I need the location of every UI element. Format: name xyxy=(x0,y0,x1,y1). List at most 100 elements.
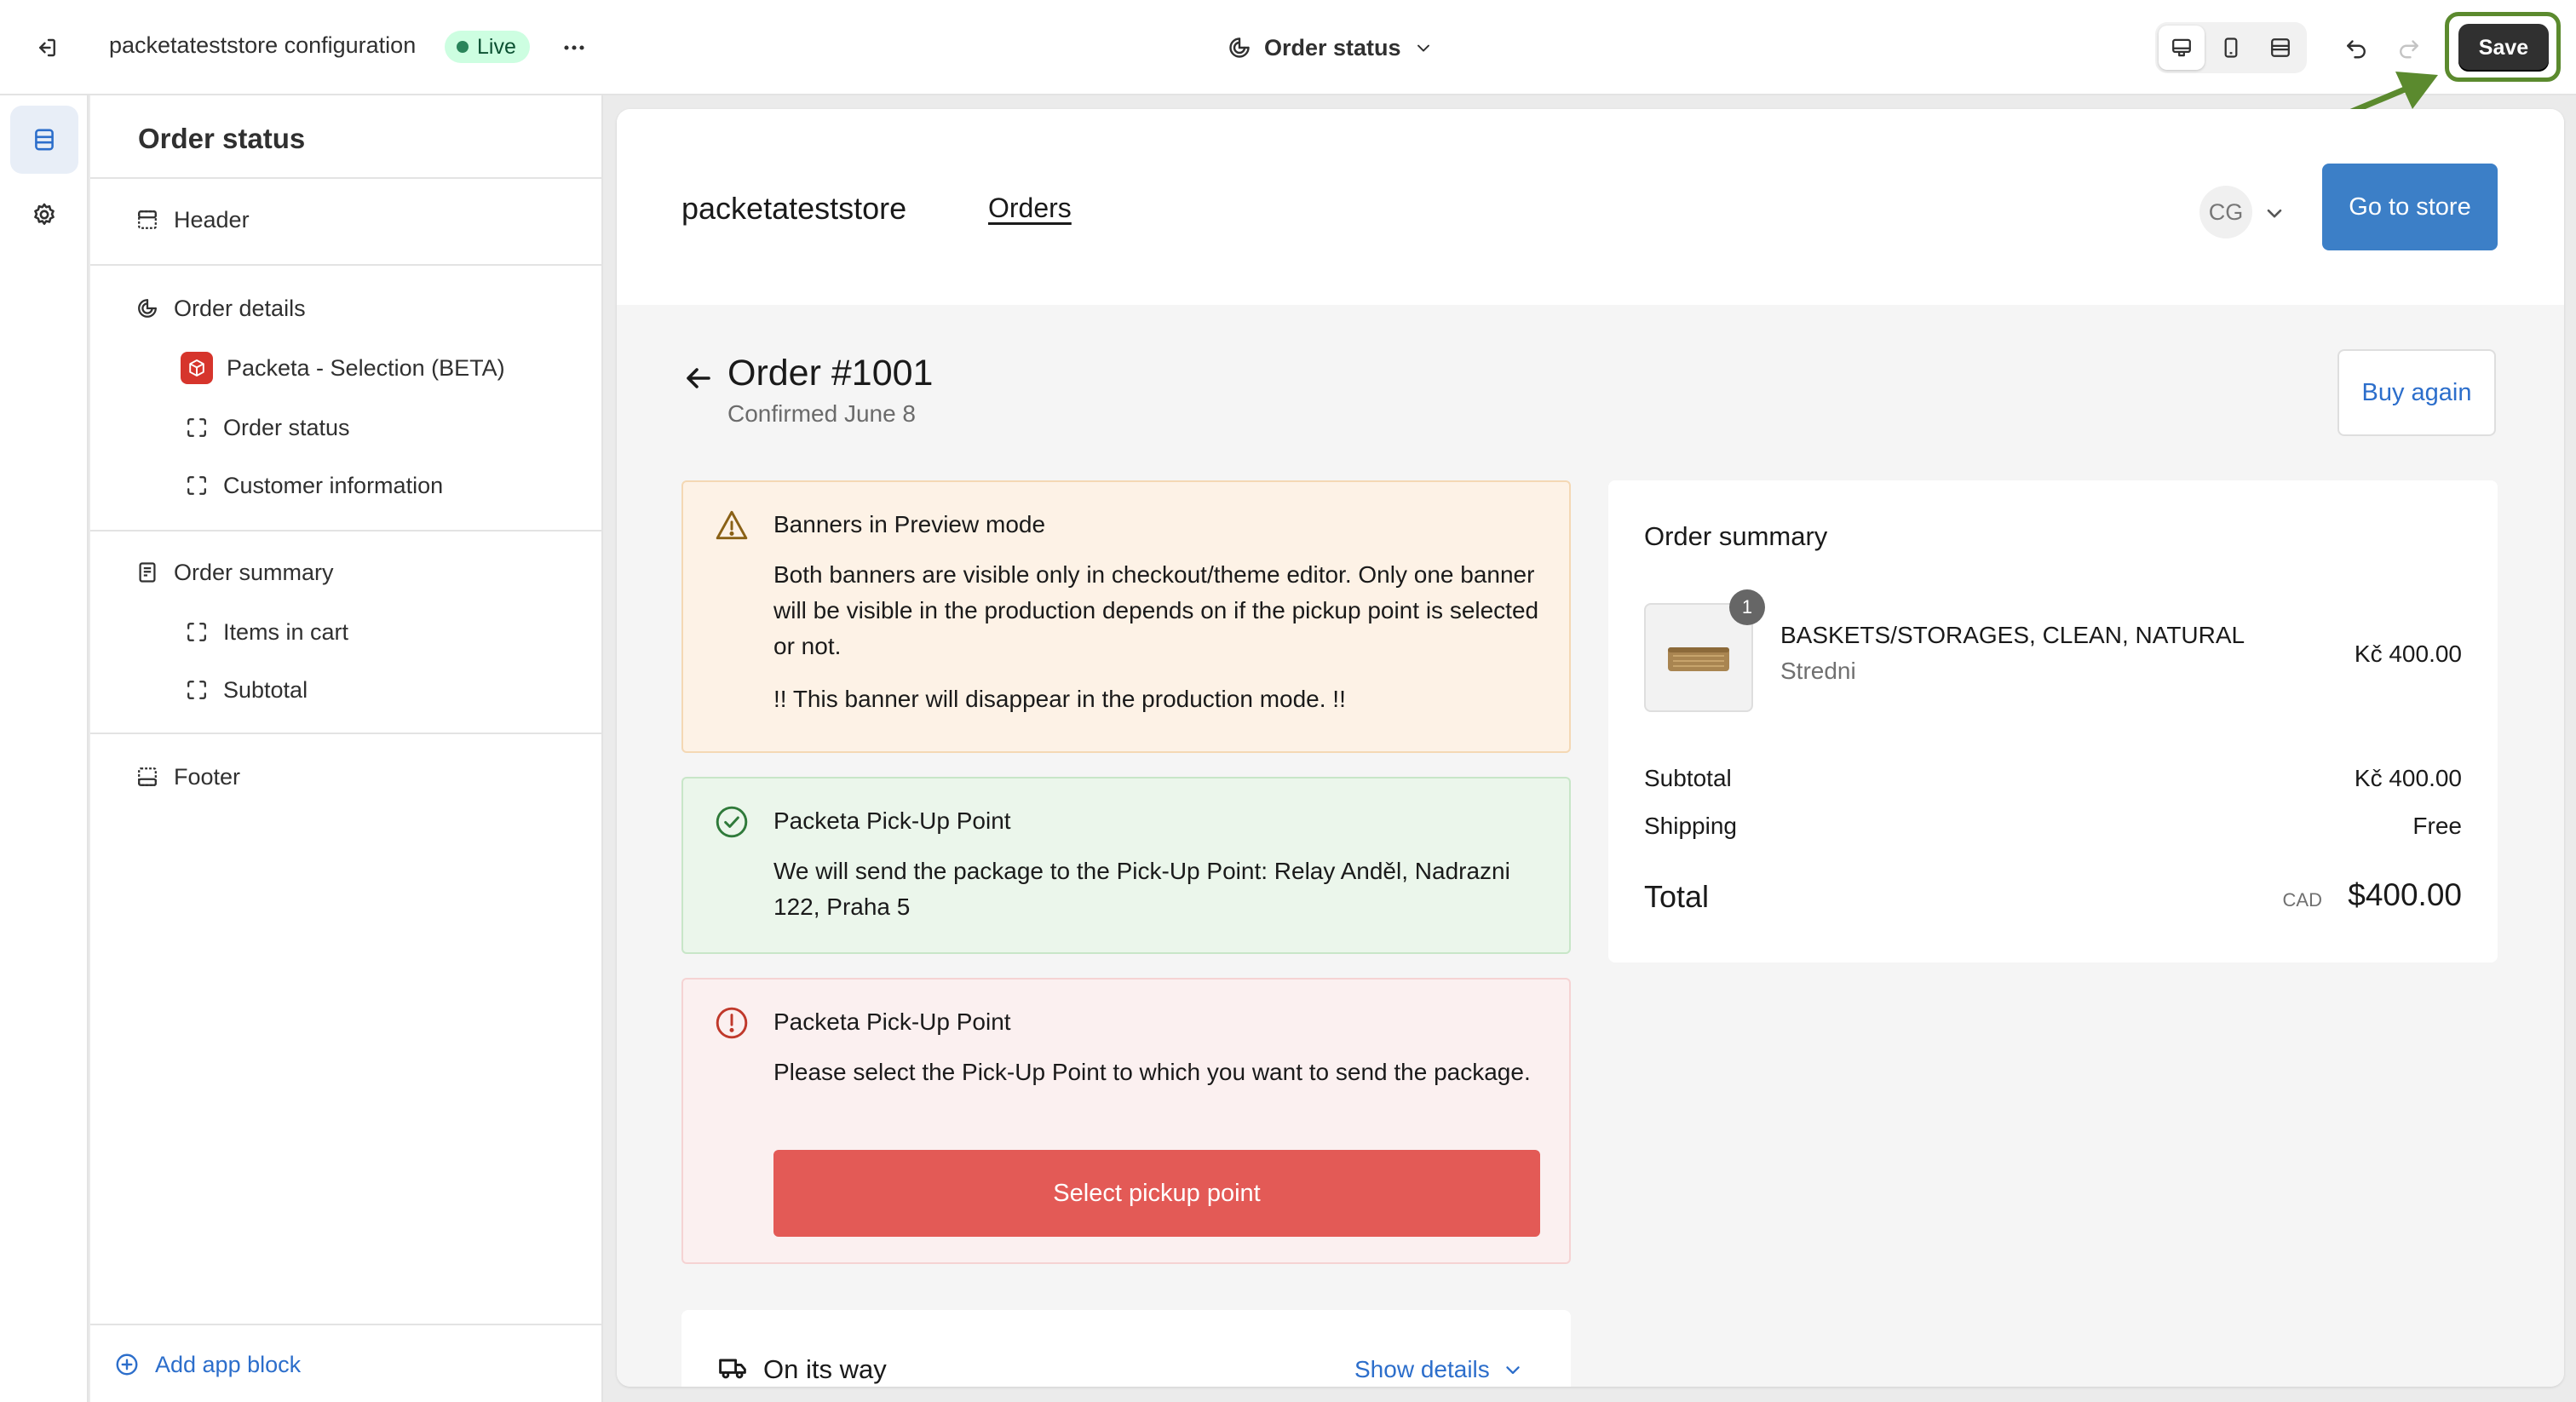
more-actions-button[interactable] xyxy=(555,29,593,66)
shipment-status-card: On its way Show details xyxy=(681,1310,1571,1387)
product-price: Kč 400.00 xyxy=(2354,641,2462,667)
save-button[interactable]: Save xyxy=(2458,24,2549,72)
product-variant: Stredni xyxy=(1780,658,1856,684)
check-circle-icon xyxy=(716,806,748,838)
sidebar-item-packeta-selection[interactable]: Packeta - Selection (BETA) xyxy=(181,348,505,388)
sidebar-title: Order status xyxy=(138,123,306,154)
page-selector[interactable]: Order status xyxy=(1227,29,1434,66)
warning-icon xyxy=(716,510,748,540)
preview-mode-banner: Banners in Preview mode Both banners are… xyxy=(681,480,1571,753)
sidebar-item-footer[interactable]: Footer xyxy=(135,756,240,797)
chevron-down-icon[interactable] xyxy=(2263,201,2286,225)
product-name: BASKETS/STORAGES, CLEAN, NATURAL xyxy=(1780,622,2245,648)
chevron-down-icon xyxy=(1506,1366,1520,1375)
sidebar-item-label: Items in cart xyxy=(223,618,349,645)
sidebar-item-order-summary[interactable]: Order summary xyxy=(135,552,334,593)
alert-circle-icon xyxy=(716,1007,748,1039)
pickup-point-selected-banner: Packeta Pick-Up Point We will send the p… xyxy=(681,777,1571,954)
exit-icon xyxy=(39,38,55,57)
subtotal-value: Kč 400.00 xyxy=(2354,765,2462,791)
order-confirmed-date: Confirmed June 8 xyxy=(727,400,917,427)
plus-circle-icon xyxy=(116,1353,138,1376)
desktop-icon xyxy=(2172,38,2191,57)
device-toggle-group xyxy=(2155,22,2307,73)
live-badge: Live xyxy=(445,31,530,63)
sections-tab-button[interactable] xyxy=(10,106,78,174)
sidebar-item-subtotal[interactable]: Subtotal xyxy=(184,669,308,710)
preview-header: packetateststore Orders CG Go to store xyxy=(617,109,2564,305)
gear-icon xyxy=(34,203,55,225)
orders-link[interactable]: Orders xyxy=(988,192,1072,224)
shipping-label: Shipping xyxy=(1644,813,1737,839)
banner-text: Both banners are visible only in checkou… xyxy=(773,561,1539,659)
desktop-view-button[interactable] xyxy=(2159,26,2205,70)
banner-text: Please select the Pick-Up Point to which… xyxy=(773,1059,1531,1085)
redo-icon xyxy=(2400,40,2418,59)
block-icon xyxy=(184,677,210,703)
avatar[interactable]: CG xyxy=(2199,186,2252,238)
editor-icon-rail xyxy=(0,95,89,1402)
order-title: Order #1001 xyxy=(727,353,934,394)
block-icon xyxy=(184,473,210,498)
block-icon xyxy=(184,619,210,645)
settings-tab-button[interactable] xyxy=(10,181,78,249)
back-arrow-icon[interactable] xyxy=(681,361,716,395)
divider xyxy=(90,177,603,179)
theme-title: packetateststore configuration xyxy=(109,32,417,58)
sidebar-item-order-status[interactable]: Order status xyxy=(184,407,350,448)
total-value: $400.00 xyxy=(2348,877,2462,912)
live-badge-label: Live xyxy=(477,34,516,59)
banner-note: !! This banner will disappear in the pro… xyxy=(773,686,1346,712)
undo-icon xyxy=(2347,40,2366,59)
sidebar-item-label: Footer xyxy=(174,763,241,790)
block-icon xyxy=(184,415,210,440)
show-details-button[interactable]: Show details xyxy=(1354,1356,1524,1383)
redo-button[interactable] xyxy=(2390,29,2428,66)
sections-icon xyxy=(35,129,54,151)
divider xyxy=(90,530,603,531)
sidebar-item-label: Order status xyxy=(223,414,350,440)
total-label: Total xyxy=(1644,879,1710,914)
mobile-view-button[interactable] xyxy=(2208,26,2254,70)
sidebar-item-label: Order details xyxy=(174,295,306,321)
shipping-value: Free xyxy=(2412,813,2462,839)
sidebar-item-order-details[interactable]: Order details xyxy=(135,288,306,329)
header-layout-icon xyxy=(135,207,160,233)
on-its-way-title: On its way xyxy=(763,1354,887,1384)
mobile-icon xyxy=(2224,37,2238,58)
sidebar-item-label: Header xyxy=(174,206,250,233)
chevron-down-icon xyxy=(1417,44,1429,52)
select-pickup-point-button[interactable]: Select pickup point xyxy=(773,1150,1540,1237)
fullscreen-view-button[interactable] xyxy=(2257,26,2303,70)
pickup-point-missing-banner: Packeta Pick-Up Point Please select the … xyxy=(681,978,1571,1264)
divider xyxy=(90,733,603,734)
subtotal-label: Subtotal xyxy=(1644,765,1732,791)
undo-button[interactable] xyxy=(2337,29,2375,66)
go-to-store-button[interactable]: Go to store xyxy=(2322,164,2498,250)
more-icon xyxy=(564,45,584,50)
exit-button[interactable] xyxy=(27,29,65,66)
order-summary-title: Order summary xyxy=(1644,521,1828,551)
sidebar-item-header[interactable]: Header xyxy=(135,199,250,240)
sidebar-item-customer-information[interactable]: Customer information xyxy=(184,465,443,506)
order-status-icon xyxy=(135,296,160,321)
quantity-badge: 1 xyxy=(1729,589,1765,625)
sidebar-item-label: Order summary xyxy=(174,559,334,585)
store-name[interactable]: packetateststore xyxy=(681,191,906,227)
order-status-icon xyxy=(1229,37,1250,58)
divider xyxy=(90,264,603,266)
footer-layout-icon xyxy=(135,764,160,790)
total-currency: CAD xyxy=(2282,889,2322,911)
sidebar-item-items-in-cart[interactable]: Items in cart xyxy=(184,612,348,652)
packeta-app-icon xyxy=(181,352,213,384)
banner-title: Packeta Pick-Up Point xyxy=(773,807,1011,834)
order-status-preview: packetateststore Orders CG Go to store O… xyxy=(617,109,2564,1387)
banner-title: Packeta Pick-Up Point xyxy=(773,1008,1011,1035)
add-app-block-label: Add app block xyxy=(155,1351,302,1377)
divider xyxy=(90,1324,603,1325)
buy-again-button[interactable]: Buy again xyxy=(2337,349,2496,436)
add-app-block-button[interactable]: Add app block xyxy=(114,1344,301,1385)
show-details-label: Show details xyxy=(1354,1356,1490,1382)
editor-topbar: packetateststore configuration Live Orde… xyxy=(0,0,2576,95)
live-dot xyxy=(457,41,469,53)
